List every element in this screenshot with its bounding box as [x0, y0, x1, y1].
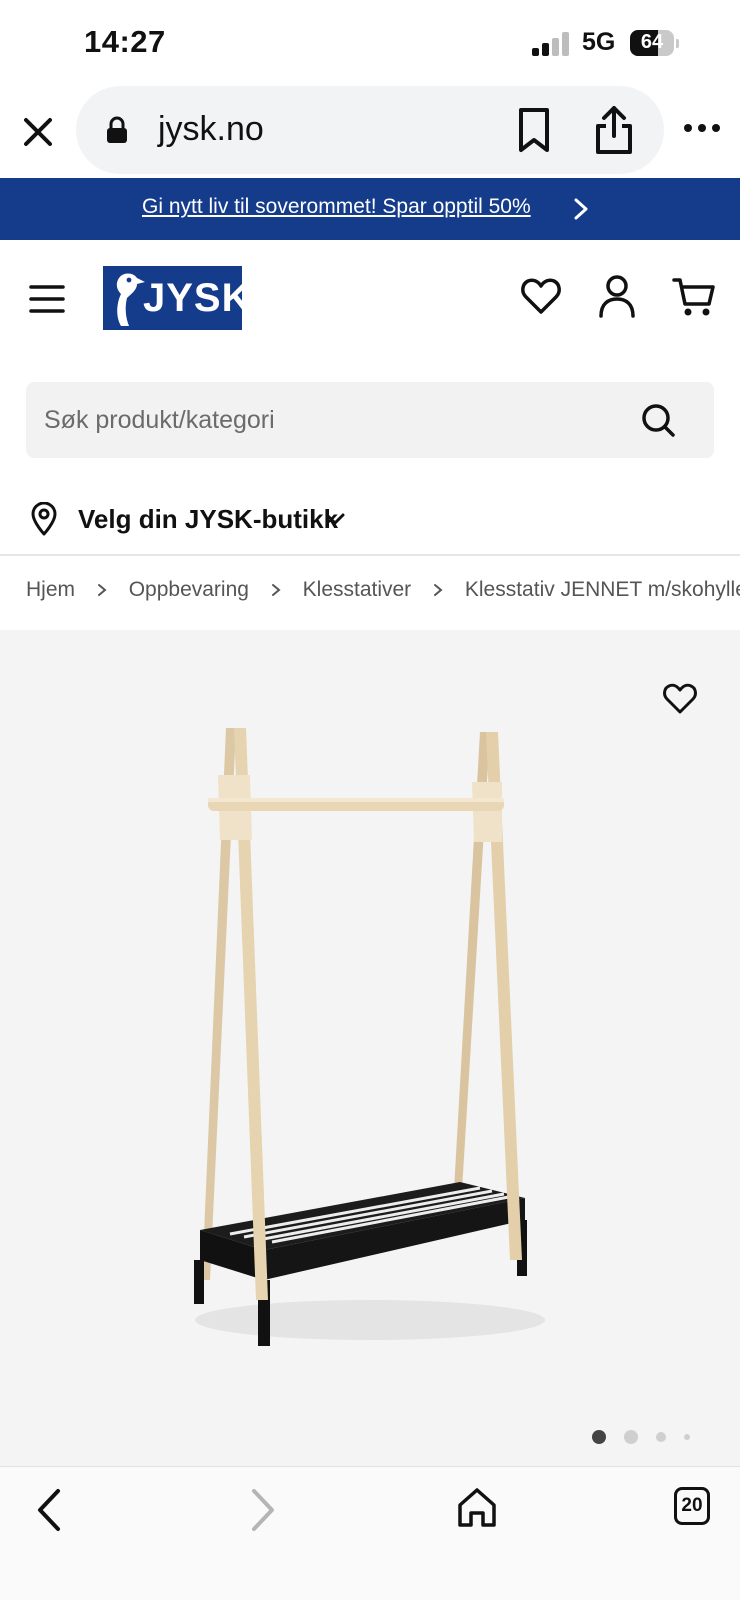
breadcrumb-item-current: Klesstativ JENNET m/skohylle: [464, 578, 740, 602]
back-arrow-icon[interactable]: [34, 1487, 64, 1533]
promo-banner[interactable]: Gi nytt liv til soverommet! Spar opptil …: [0, 178, 740, 240]
product-image: [194, 728, 545, 1346]
lock-icon: [107, 116, 127, 143]
product-gallery[interactable]: [0, 630, 740, 1466]
share-icon[interactable]: [592, 104, 636, 156]
promo-link[interactable]: Gi nytt liv til soverommet! Spar opptil …: [142, 195, 531, 219]
url-text: jysk.no: [158, 110, 264, 148]
more-icon[interactable]: [682, 116, 722, 140]
search-box: [26, 382, 714, 458]
search-input[interactable]: [44, 382, 604, 458]
search-icon[interactable]: [640, 402, 676, 438]
chevron-right-icon: [574, 198, 588, 220]
tabs-button[interactable]: 20: [674, 1487, 710, 1525]
carousel-dots[interactable]: [590, 1428, 700, 1448]
network-type: 5G: [582, 28, 616, 56]
location-pin-icon: [31, 502, 57, 536]
status-time: 14:27: [84, 24, 166, 59]
address-bar[interactable]: jysk.no: [76, 86, 664, 174]
chevron-right-icon: [271, 584, 281, 597]
carousel-dot-4[interactable]: [684, 1434, 690, 1440]
bookmark-icon[interactable]: [514, 106, 554, 154]
signal-icon: [532, 32, 569, 56]
battery-percentage: 64: [640, 31, 664, 53]
heart-icon[interactable]: [520, 276, 562, 318]
carousel-dot-1[interactable]: [592, 1430, 606, 1444]
logo-bird-icon: [116, 273, 145, 326]
browser-bottom-nav: 20: [0, 1466, 740, 1600]
breadcrumb-item-home[interactable]: Hjem: [26, 578, 75, 602]
forward-arrow-icon[interactable]: [248, 1487, 278, 1533]
breadcrumb-item-clothes-racks[interactable]: Klesstativer: [303, 578, 412, 602]
jysk-logo[interactable]: JYSK: [103, 266, 251, 330]
account-icon[interactable]: [598, 274, 636, 318]
chevron-right-icon: [434, 584, 443, 597]
battery-icon: 64: [630, 30, 679, 56]
close-icon[interactable]: [18, 112, 58, 152]
home-icon[interactable]: [456, 1485, 498, 1529]
breadcrumb-item-storage[interactable]: Oppbevaring: [129, 578, 249, 602]
breadcrumb: Hjem Oppbevaring Klesstativer Klesstativ…: [26, 578, 740, 618]
chevron-down-icon: [325, 513, 345, 525]
tabs-count: 20: [681, 1495, 703, 1516]
status-bar: 14:27 5G 64: [0, 0, 740, 86]
divider: [0, 554, 740, 556]
browser-toolbar: jysk.no: [0, 86, 740, 178]
site-header: JYSK: [0, 240, 740, 360]
cart-icon[interactable]: [672, 276, 716, 318]
carousel-dot-3[interactable]: [656, 1432, 666, 1442]
logo-text: JYSK: [143, 276, 252, 320]
menu-icon[interactable]: [28, 282, 66, 316]
heart-icon[interactable]: [662, 682, 698, 716]
store-label: Velg din JYSK-butikk: [78, 504, 339, 534]
store-selector[interactable]: Velg din JYSK-butikk: [0, 488, 740, 554]
chevron-right-icon: [97, 584, 107, 597]
carousel-dot-2[interactable]: [624, 1430, 638, 1444]
